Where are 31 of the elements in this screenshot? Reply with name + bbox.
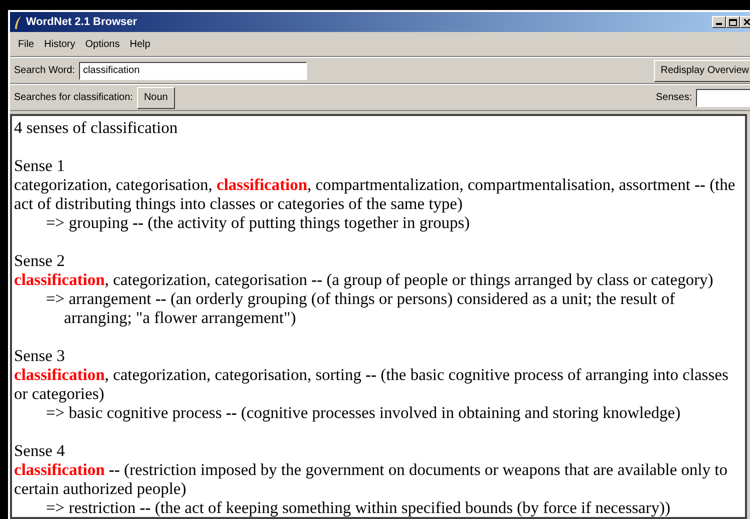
close-icon — [744, 19, 750, 25]
senses-field[interactable] — [696, 88, 750, 106]
hypernym-text: => arrangement -- (an orderly grouping (of things or persons) considered as a unit; the result of arranging; "a flower arrangement") — [45, 289, 676, 327]
maximize-button[interactable] — [726, 16, 740, 28]
close-button[interactable] — [740, 16, 750, 28]
searches-label: Searches for classification: — [14, 92, 133, 103]
quill-icon — [14, 16, 22, 28]
synset-text: classification, categorization, categorisation -- (a group of people or things arranged by class or category) — [14, 270, 714, 289]
synset-text: classification -- (restriction imposed by the government on documents or weapons that are available only to certain authorized people) — [14, 460, 728, 498]
synset-text: categorization, categorisation, classification, compartmentalization, compartmentalisation, assortment -- (the act of distributing things into classes or categories of the same type) — [14, 175, 736, 213]
menu-item[interactable]: File — [14, 38, 38, 50]
menu-item[interactable]: History — [40, 38, 80, 50]
menu-item[interactable]: Options — [81, 38, 124, 50]
sense-title: Sense 3 — [14, 346, 66, 365]
window-title: WordNet 2.1 Browser — [26, 16, 138, 28]
hypernym-text: => basic cognitive process -- (cognitive processes involved in obtaining and storing knowledge) — [45, 403, 682, 422]
hypernym-text: => restriction -- (the act of keeping something within specified bounds (by force if necessary)) — [45, 498, 672, 517]
menu-item[interactable]: Help — [126, 38, 154, 50]
minimize-button[interactable] — [712, 16, 726, 28]
redisplay-button[interactable]: Redisplay Overview — [654, 60, 750, 82]
senses-label: Senses: — [656, 92, 692, 103]
results-heading: 4 senses of classification — [14, 118, 179, 137]
sense-title: Sense 1 — [14, 156, 66, 175]
synset-text: classification, categorization, categorisation, sorting -- (the basic cognitive process of arranging into classes or categories) — [14, 365, 730, 403]
pos-button[interactable]: Noun — [136, 86, 175, 108]
sense-title: Sense 4 — [14, 441, 66, 460]
search-field[interactable]: classification — [78, 62, 307, 80]
maximize-icon — [729, 18, 737, 26]
search-label: Search Word: — [14, 65, 75, 76]
hypernym-text: => grouping -- (the activity of putting things together in groups) — [45, 213, 471, 232]
sense-title: Sense 2 — [14, 251, 66, 270]
